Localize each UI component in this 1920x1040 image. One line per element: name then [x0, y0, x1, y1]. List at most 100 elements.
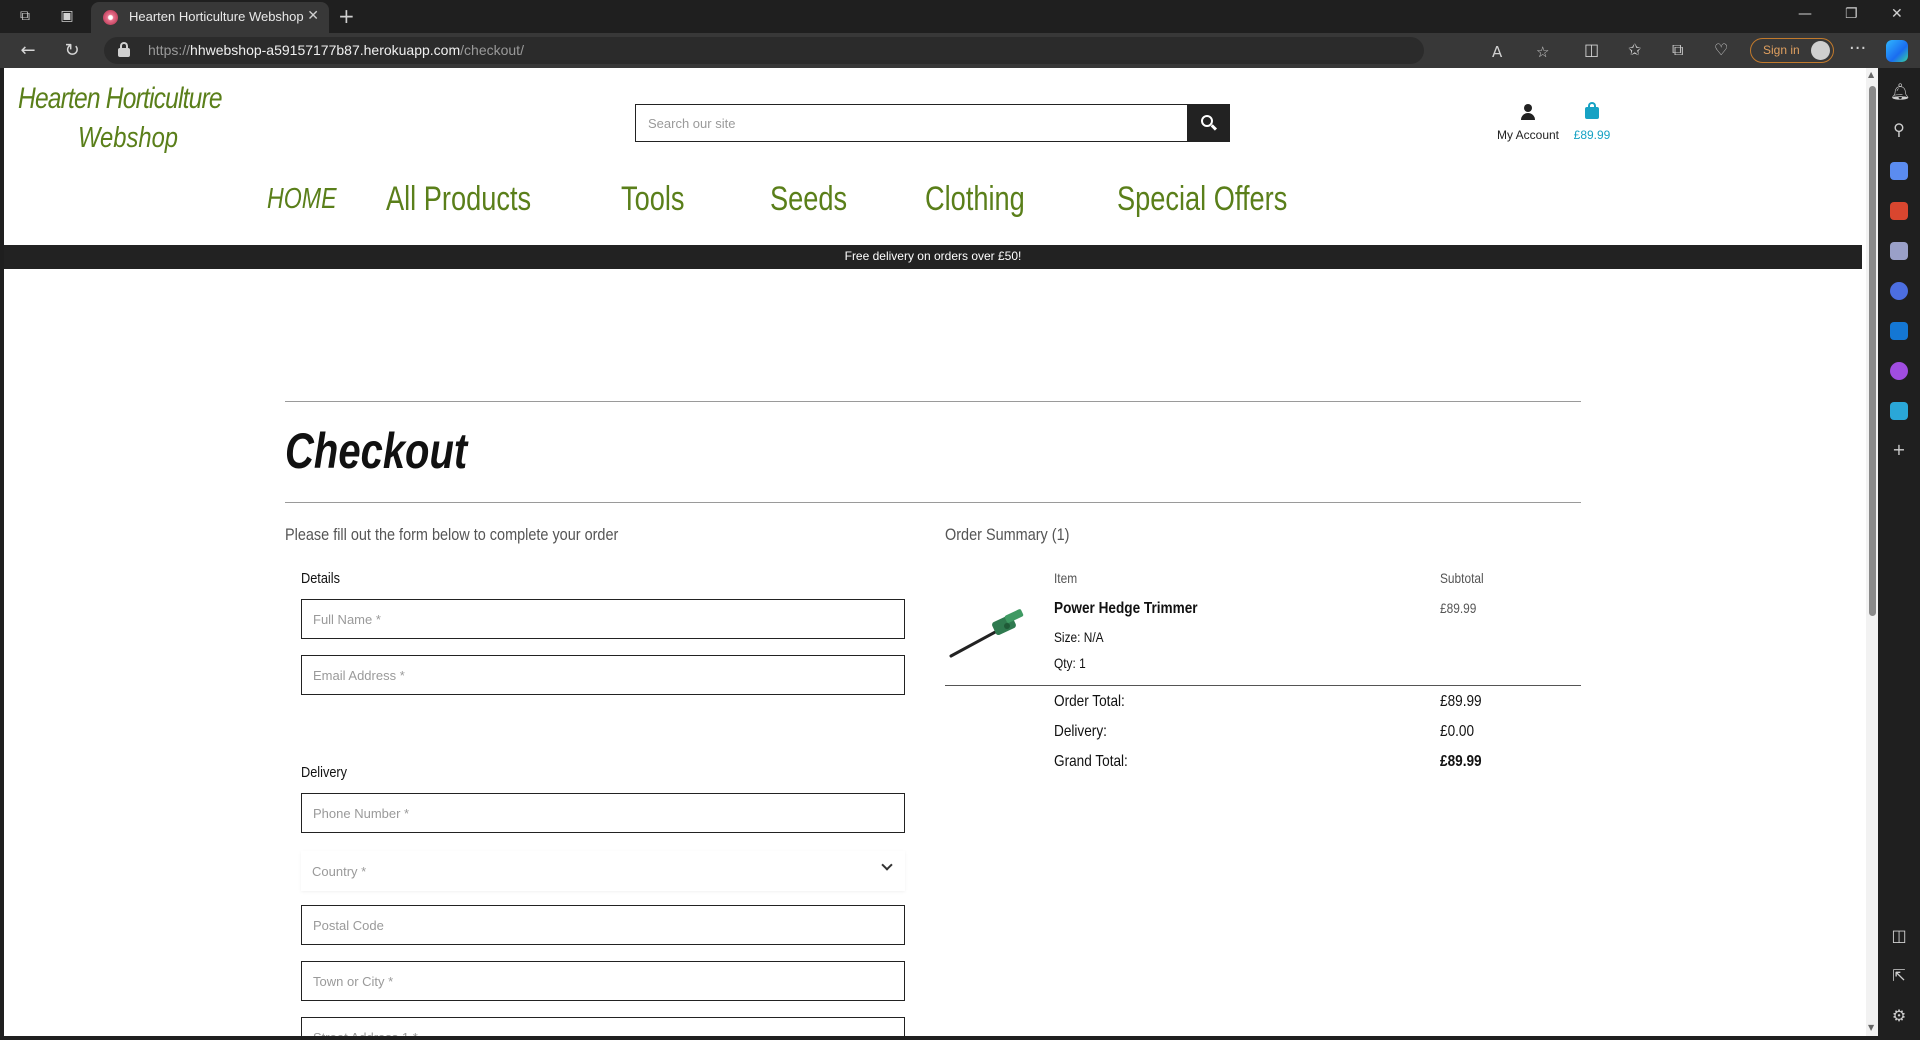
refresh-icon[interactable]: ↻ — [60, 40, 84, 61]
more-options-icon[interactable]: ··· — [1849, 38, 1866, 59]
chevron-down-icon — [881, 859, 893, 871]
main-navigation: HOME All Products Tools Seeds Clothing S… — [4, 180, 1866, 230]
add-sidebar-app-icon[interactable]: + — [1890, 440, 1908, 459]
details-legend: Details — [301, 570, 340, 587]
shopping-tag-icon[interactable] — [1890, 162, 1908, 180]
site-favicon-icon — [103, 10, 118, 25]
new-tab-icon[interactable]: + — [338, 4, 355, 28]
phone-input[interactable] — [302, 794, 904, 832]
close-window-icon[interactable]: ✕ — [1891, 6, 1903, 22]
promo-banner: Free delivery on orders over £50! — [4, 245, 1862, 269]
url-text: https://hhwebshop-a59157177b87.herokuapp… — [148, 42, 524, 58]
product-size: Size: N/A — [1054, 629, 1104, 645]
collections-icon[interactable]: ⧉ — [1672, 40, 1683, 60]
copilot-sidebar-icon[interactable] — [1890, 282, 1908, 300]
nav-tools[interactable]: Tools — [621, 180, 685, 219]
scroll-up-icon[interactable]: ▲ — [1868, 70, 1874, 79]
profile-avatar-icon — [1811, 41, 1830, 60]
nav-special-offers[interactable]: Special Offers — [1117, 180, 1287, 219]
country-select[interactable]: Country * — [301, 851, 905, 891]
copilot-icon[interactable] — [1886, 40, 1908, 62]
order-total-label: Order Total: — [1054, 693, 1125, 710]
split-screen-icon[interactable]: ◫ — [1584, 40, 1599, 59]
street-address-field — [301, 1017, 905, 1036]
postcode-input[interactable] — [302, 906, 904, 944]
email-input[interactable] — [302, 656, 904, 694]
open-external-icon[interactable]: ⇱ — [1890, 966, 1908, 985]
delivery-cost-label: Delivery: — [1054, 723, 1107, 740]
scroll-thumb[interactable] — [1869, 86, 1876, 616]
my-account-label: My Account — [1496, 128, 1560, 142]
product-name: Power Hedge Trimmer — [1054, 600, 1198, 617]
bag-total: £89.99 — [1573, 128, 1611, 142]
page-scrollbar[interactable]: ▲ ▼ — [1866, 68, 1878, 1036]
country-select-label: Country * — [312, 864, 367, 879]
col-subtotal-header: Subtotal — [1440, 570, 1484, 586]
read-aloud-icon[interactable]: A — [1492, 43, 1502, 61]
url-field[interactable]: https://hhwebshop-a59157177b87.herokuapp… — [104, 37, 1549, 64]
page-title: Checkout — [285, 423, 468, 479]
hide-sidebar-icon[interactable]: ◫ — [1890, 926, 1908, 945]
tab-actions-icon[interactable]: ▣ — [56, 6, 78, 26]
sidebar-search-icon[interactable]: ⚲ — [1890, 120, 1908, 139]
summary-divider — [945, 685, 1581, 686]
workspaces-icon[interactable]: ⧉ — [14, 6, 36, 26]
nav-seeds[interactable]: Seeds — [770, 180, 847, 219]
send-icon[interactable] — [1890, 402, 1908, 420]
site-search-input[interactable] — [636, 105, 1186, 141]
site-logo-line2[interactable]: Webshop — [78, 122, 178, 155]
product-qty: Qty: 1 — [1054, 655, 1086, 671]
full-name-input[interactable] — [302, 600, 904, 638]
edge-sidebar: 🔔︎ ⚲ + ◫ ⇱ ⚙ — [1878, 68, 1920, 1040]
designer-icon[interactable] — [1890, 362, 1908, 380]
email-field — [301, 655, 905, 695]
my-account-link[interactable]: My Account — [1493, 102, 1563, 152]
nav-home[interactable]: HOME — [267, 183, 337, 216]
grand-total-label: Grand Total: — [1054, 753, 1128, 770]
sign-in-button[interactable]: Sign in — [1750, 38, 1834, 63]
browser-tab-bar: ⧉ ▣ Hearten Horticulture Webshop ✕ + — ❐… — [0, 0, 1920, 33]
divider-bottom — [285, 502, 1581, 503]
phone-field — [301, 793, 905, 833]
order-total-value: £89.99 — [1440, 693, 1482, 710]
minimize-icon[interactable]: — — [1798, 6, 1812, 22]
full-name-field — [301, 599, 905, 639]
browser-essentials-icon[interactable]: ♡ — [1714, 40, 1728, 59]
nav-all-products[interactable]: All Products — [386, 180, 531, 219]
lock-icon — [118, 42, 130, 57]
browser-address-bar: ← ↻ https://hhwebshop-a59157177b87.herok… — [0, 33, 1920, 68]
notifications-bell-icon[interactable]: 🔔︎ — [1890, 82, 1910, 101]
delivery-cost-value: £0.00 — [1440, 723, 1475, 740]
divider-top — [285, 401, 1581, 402]
games-icon[interactable] — [1890, 242, 1908, 260]
site-search-box — [635, 104, 1188, 142]
postcode-field — [301, 905, 905, 945]
outlook-icon[interactable] — [1890, 322, 1908, 340]
restore-icon[interactable]: ❐ — [1845, 6, 1858, 22]
sidebar-settings-icon[interactable]: ⚙ — [1890, 1006, 1908, 1025]
col-item-header: Item — [1054, 570, 1078, 586]
tools-briefcase-icon[interactable] — [1890, 202, 1908, 220]
scroll-down-icon[interactable]: ▼ — [1868, 1023, 1874, 1032]
product-image[interactable] — [947, 604, 1031, 664]
nav-clothing[interactable]: Clothing — [925, 180, 1025, 219]
user-icon — [1521, 104, 1535, 120]
page-viewport: Hearten Horticulture Webshop My Account … — [4, 68, 1878, 1036]
favorite-star-icon[interactable]: ☆ — [1536, 43, 1549, 61]
search-submit-button[interactable] — [1187, 104, 1230, 142]
sign-in-label: Sign in — [1763, 43, 1800, 57]
town-field — [301, 961, 905, 1001]
order-summary-title: Order Summary (1) — [945, 525, 1070, 544]
browser-tab-active[interactable]: Hearten Horticulture Webshop ✕ — [91, 2, 329, 33]
favorites-icon[interactable]: ✩ — [1628, 40, 1641, 59]
town-input[interactable] — [302, 962, 904, 1000]
tab-title: Hearten Horticulture Webshop — [129, 9, 304, 24]
street-address-input[interactable] — [302, 1018, 904, 1036]
form-intro: Please fill out the form below to comple… — [285, 525, 619, 544]
back-icon[interactable]: ← — [16, 40, 40, 61]
shopping-bag-link[interactable]: £89.99 — [1567, 102, 1617, 152]
product-subtotal: £89.99 — [1440, 600, 1477, 616]
grand-total-value: £89.99 — [1440, 753, 1482, 770]
site-logo-line1[interactable]: Hearten Horticulture — [18, 82, 223, 116]
tab-close-icon[interactable]: ✕ — [307, 8, 319, 24]
